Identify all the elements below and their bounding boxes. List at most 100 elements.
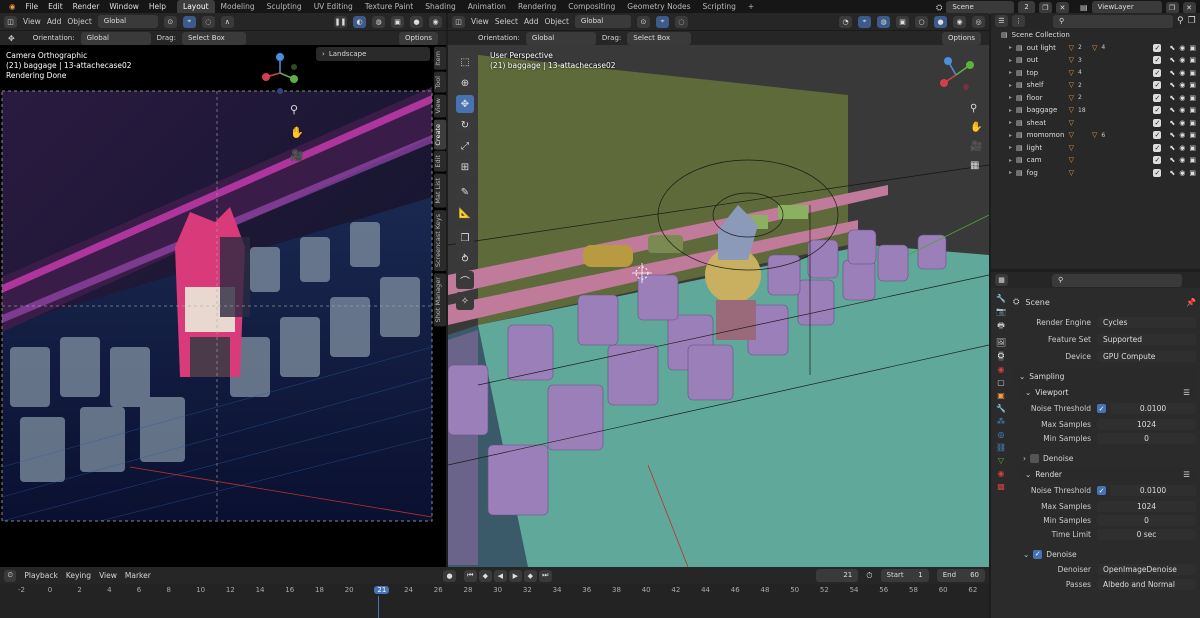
passes-dropdown[interactable]: Albedo and Normal: [1097, 579, 1196, 590]
right-shading-solid-icon[interactable]: ●: [934, 15, 947, 28]
exclude-checkbox[interactable]: ✓: [1153, 131, 1162, 140]
outliner-item[interactable]: ▸ ▤ out ▽ 3 ✓ ⬉ ◉ ▣: [991, 54, 1200, 67]
output-tab-icon[interactable]: 🖶: [997, 320, 1005, 334]
tool-tab-icon[interactable]: 🔧: [996, 294, 1006, 303]
denoiser-dropdown[interactable]: OpenImageDenoise: [1097, 564, 1196, 575]
sidetab-edit[interactable]: Edit: [434, 151, 446, 173]
exclude-checkbox[interactable]: ✓: [1153, 106, 1162, 115]
right-pivot-icon[interactable]: ⊙: [636, 15, 650, 28]
vp-min-field[interactable]: 0: [1097, 433, 1196, 444]
expand-chevron-icon[interactable]: ▸: [1009, 107, 1012, 114]
collection-tab-icon[interactable]: ▢: [997, 378, 1005, 387]
shading-solid-icon[interactable]: ●: [410, 15, 423, 28]
outliner-item[interactable]: ▸ ▤ cam ▽ ✓ ⬉ ◉ ▣: [991, 154, 1200, 167]
right-shading-wire-icon[interactable]: ○: [915, 15, 928, 28]
select-tool-icon[interactable]: ⬚: [456, 53, 474, 71]
eye-icon[interactable]: ◉: [1179, 156, 1185, 164]
eye-icon[interactable]: ◉: [1179, 56, 1185, 64]
select-arrow-icon[interactable]: ⬉: [1169, 156, 1175, 164]
editor-type-icon[interactable]: ◫: [4, 15, 17, 28]
landscape-panel-header[interactable]: › Landscape: [316, 47, 430, 61]
camera-render-icon[interactable]: ▣: [1189, 144, 1196, 152]
feature-set-dropdown[interactable]: Supported: [1097, 334, 1196, 345]
add-workspace-button[interactable]: +: [742, 0, 760, 13]
outliner-item[interactable]: ▸ ▤ floor ▽ 2 ✓ ⬉ ◉ ▣: [991, 92, 1200, 105]
new-viewlayer-icon[interactable]: ❐: [1165, 1, 1179, 14]
proportional-icon[interactable]: ◌: [201, 15, 215, 28]
next-key-icon[interactable]: ◆: [523, 569, 537, 582]
right-selectability-icon[interactable]: ◔: [839, 15, 852, 28]
render-tab-icon[interactable]: 📷: [996, 307, 1006, 316]
tab-modeling[interactable]: Modeling: [215, 0, 261, 13]
right-zoom-icon[interactable]: ⚲: [970, 103, 982, 114]
jump-end-icon[interactable]: ⏭: [538, 569, 552, 582]
eye-icon[interactable]: ◉: [1179, 69, 1185, 77]
outliner-item[interactable]: ▸ ▤ out light ▽ 2 ▽ 4 ✓ ⬉ ◉ ▣: [991, 42, 1200, 55]
right-menu-add[interactable]: Add: [524, 17, 539, 26]
new-scene-icon[interactable]: ❐: [1038, 1, 1052, 14]
outliner-editor-icon[interactable]: ☰: [995, 15, 1008, 27]
r-time-field[interactable]: 0 sec: [1097, 529, 1196, 540]
menu-keying[interactable]: Keying: [66, 571, 91, 580]
sidetab-shot-manager[interactable]: Shot Manager: [434, 272, 446, 327]
transform-tool-icon[interactable]: ⊞: [456, 158, 474, 176]
extra-tool-icon[interactable]: ✧: [456, 292, 474, 310]
visibility-icon[interactable]: ◐: [353, 15, 366, 28]
world-tab-icon[interactable]: ◉: [998, 365, 1005, 374]
menu-window[interactable]: Window: [104, 0, 144, 13]
tab-shading[interactable]: Shading: [419, 0, 461, 13]
expand-chevron-icon[interactable]: ▸: [1009, 57, 1012, 64]
exclude-checkbox[interactable]: ✓: [1153, 168, 1162, 177]
right-gizmo-icon[interactable]: ⌖: [858, 15, 871, 28]
r-noise-checkbox[interactable]: ✓: [1097, 486, 1106, 495]
expand-chevron-icon[interactable]: ▸: [1009, 132, 1012, 139]
outliner-search-input[interactable]: ⚲: [1053, 14, 1173, 28]
right-menu-object[interactable]: Object: [544, 17, 568, 26]
exclude-checkbox[interactable]: ✓: [1153, 143, 1162, 152]
camera-render-icon[interactable]: ▣: [1189, 69, 1196, 77]
right-menu-select[interactable]: Select: [495, 17, 518, 26]
select-arrow-icon[interactable]: ⬉: [1169, 81, 1175, 89]
vp-max-field[interactable]: 1024: [1097, 419, 1196, 430]
eye-icon[interactable]: ◉: [1179, 169, 1185, 177]
new-collection-icon[interactable]: ❐: [1188, 16, 1196, 26]
expand-chevron-icon[interactable]: ▸: [1009, 157, 1012, 164]
select-arrow-icon[interactable]: ⬉: [1169, 56, 1175, 64]
falloff-icon[interactable]: ∧: [220, 15, 234, 28]
pin-icon[interactable]: 📌: [1186, 298, 1196, 307]
sidetab-screencast-keys[interactable]: Screencast Keys: [434, 209, 446, 271]
left-nav-gizmo[interactable]: [258, 51, 302, 97]
expand-chevron-icon[interactable]: ▸: [1009, 44, 1012, 51]
render-engine-dropdown[interactable]: Cycles: [1097, 317, 1196, 328]
menu-file[interactable]: File: [21, 0, 44, 13]
move-tool-button-icon[interactable]: ✥: [456, 95, 474, 113]
camera-render-icon[interactable]: ▣: [1189, 156, 1196, 164]
measure-tool-icon[interactable]: 📐: [456, 204, 474, 222]
outliner-item[interactable]: ▸ ▤ top ▽ 4 ✓ ⬉ ◉ ▣: [991, 67, 1200, 80]
camera-render-icon[interactable]: ▣: [1189, 81, 1196, 89]
eye-icon[interactable]: ◉: [1179, 81, 1185, 89]
end-frame-field[interactable]: End 60: [936, 569, 985, 582]
right-drag-dropdown[interactable]: Select Box: [627, 31, 692, 45]
eye-icon[interactable]: ◉: [1179, 106, 1185, 114]
render-presets-icon[interactable]: ☰: [1183, 470, 1190, 479]
outliner-item[interactable]: ▸ ▤ light ▽ ✓ ⬉ ◉ ▣: [991, 142, 1200, 155]
start-frame-field[interactable]: Start 1: [880, 569, 929, 582]
right-options-button[interactable]: Options: [941, 31, 981, 45]
camera-view-icon[interactable]: 🎥: [290, 149, 304, 162]
material-tab-icon[interactable]: ◉: [998, 469, 1005, 478]
vp-noise-checkbox[interactable]: ✓: [1097, 404, 1106, 413]
eye-icon[interactable]: ◉: [1179, 44, 1185, 52]
menu-render[interactable]: Render: [68, 0, 105, 13]
right-shading-material-icon[interactable]: ◉: [953, 15, 966, 28]
eye-icon[interactable]: ◉: [1179, 119, 1185, 127]
camera-render-view[interactable]: [0, 47, 434, 567]
tab-texture-paint[interactable]: Texture Paint: [359, 0, 419, 13]
pause-render-icon[interactable]: ❚❚: [334, 15, 347, 28]
scale-tool-icon[interactable]: ⤢: [456, 137, 474, 155]
left-transform-orientation[interactable]: Global: [97, 15, 158, 28]
pivot-icon[interactable]: ⊙: [163, 15, 177, 28]
texture-tab-icon[interactable]: ▩: [997, 482, 1005, 491]
tab-uv-editing[interactable]: UV Editing: [308, 0, 359, 13]
overlay-icon[interactable]: ◍: [372, 15, 385, 28]
